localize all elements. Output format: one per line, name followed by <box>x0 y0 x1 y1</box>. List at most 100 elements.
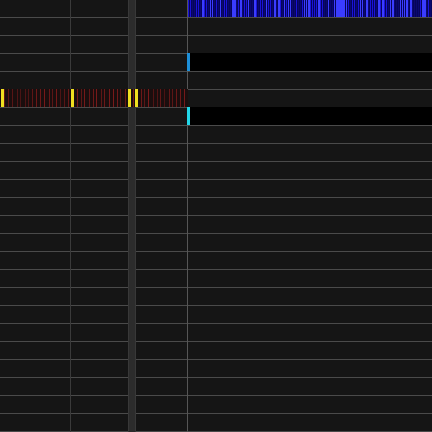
event-marker[interactable] <box>71 89 74 107</box>
waveform-stripe <box>258 0 259 17</box>
waveform-stripe <box>350 0 351 17</box>
waveform-stripe <box>398 0 399 17</box>
event-tick <box>144 89 145 107</box>
track-row[interactable] <box>0 36 432 54</box>
event-tick <box>25 89 26 107</box>
waveform-stripe <box>242 0 243 17</box>
audio-waveform-clip[interactable] <box>188 0 432 17</box>
waveform-stripe <box>368 0 369 17</box>
waveform-stripe <box>262 0 263 17</box>
waveform-stripe <box>358 0 359 17</box>
track-row[interactable] <box>0 378 432 396</box>
waveform-stripe <box>206 0 207 17</box>
event-tick <box>49 89 50 107</box>
waveform-stripe <box>298 0 299 17</box>
waveform-stripe <box>220 0 221 17</box>
waveform-stripe <box>290 0 291 17</box>
waveform-stripe <box>396 0 397 17</box>
event-tick <box>81 89 82 107</box>
track-row[interactable] <box>0 144 432 162</box>
waveform-stripe <box>300 0 301 17</box>
track-row[interactable] <box>0 252 432 270</box>
waveform-stripe <box>210 0 211 17</box>
waveform-stripe <box>218 0 219 17</box>
event-tick <box>148 89 149 107</box>
event-tick <box>153 89 154 107</box>
event-tick <box>64 89 65 107</box>
event-tick <box>8 89 9 107</box>
waveform-stripe <box>360 0 361 17</box>
waveform-stripe <box>352 0 353 17</box>
waveform-stripe <box>236 0 237 17</box>
track-row[interactable] <box>0 198 432 216</box>
event-marker[interactable] <box>128 89 131 107</box>
event-tick <box>120 89 121 107</box>
waveform-stripe <box>214 0 215 17</box>
event-strip[interactable] <box>0 89 188 107</box>
waveform-stripe <box>310 0 311 17</box>
waveform-stripe <box>412 0 413 17</box>
waveform-stripe <box>224 0 225 17</box>
track-row[interactable] <box>0 342 432 360</box>
waveform-stripe <box>264 0 265 17</box>
event-tick <box>84 89 85 107</box>
playhead[interactable] <box>128 0 136 432</box>
waveform-stripe <box>320 0 321 17</box>
waveform-stripe <box>270 0 271 17</box>
waveform-stripe <box>292 0 293 17</box>
waveform-stripe <box>256 0 257 17</box>
waveform-stripe <box>244 0 245 17</box>
timeline-view[interactable] <box>0 0 432 432</box>
track-row[interactable] <box>0 360 432 378</box>
waveform-stripe <box>238 0 239 17</box>
waveform-stripe <box>314 0 315 17</box>
event-tick <box>32 89 33 107</box>
track-row[interactable] <box>0 324 432 342</box>
track-row[interactable] <box>0 396 432 414</box>
waveform-stripe <box>208 0 209 17</box>
track-row[interactable] <box>0 180 432 198</box>
track-row[interactable] <box>0 72 432 90</box>
waveform-stripe <box>250 0 251 17</box>
waveform-stripe <box>356 0 357 17</box>
waveform-stripe <box>400 0 401 17</box>
event-tick <box>68 89 69 107</box>
waveform-stripe <box>376 0 377 17</box>
event-tick <box>40 89 41 107</box>
waveform-stripe <box>402 0 403 17</box>
event-tick <box>184 89 185 107</box>
waveform-stripe <box>294 0 295 17</box>
event-tick <box>113 89 114 107</box>
track-row[interactable] <box>0 126 432 144</box>
track-row[interactable] <box>0 234 432 252</box>
waveform-stripe <box>384 0 385 17</box>
track-row[interactable] <box>0 216 432 234</box>
waveform-stripe <box>286 0 287 17</box>
event-tick <box>56 89 57 107</box>
event-marker[interactable] <box>135 89 138 107</box>
waveform-stripe <box>324 0 325 17</box>
waveform-stripe <box>404 0 405 17</box>
event-tick <box>176 89 177 107</box>
track-row[interactable] <box>0 18 432 36</box>
waveform-stripe <box>416 0 417 17</box>
track-row[interactable] <box>0 414 432 432</box>
event-tick <box>164 89 165 107</box>
waveform-stripe <box>260 0 261 17</box>
event-marker[interactable] <box>1 89 4 107</box>
track-row[interactable] <box>0 162 432 180</box>
waveform-stripe <box>430 0 431 17</box>
lane-b-clip[interactable] <box>190 107 432 125</box>
event-tick <box>160 89 161 107</box>
event-tick <box>157 89 158 107</box>
track-row[interactable] <box>0 288 432 306</box>
waveform-stripe <box>284 0 285 17</box>
waveform-stripe <box>322 0 323 17</box>
track-row[interactable] <box>0 270 432 288</box>
event-tick <box>117 89 118 107</box>
waveform-stripe <box>204 0 205 17</box>
track-row[interactable] <box>0 306 432 324</box>
waveform-stripe <box>388 0 389 17</box>
lane-a-clip[interactable] <box>190 53 432 71</box>
waveform-stripe <box>302 0 303 17</box>
